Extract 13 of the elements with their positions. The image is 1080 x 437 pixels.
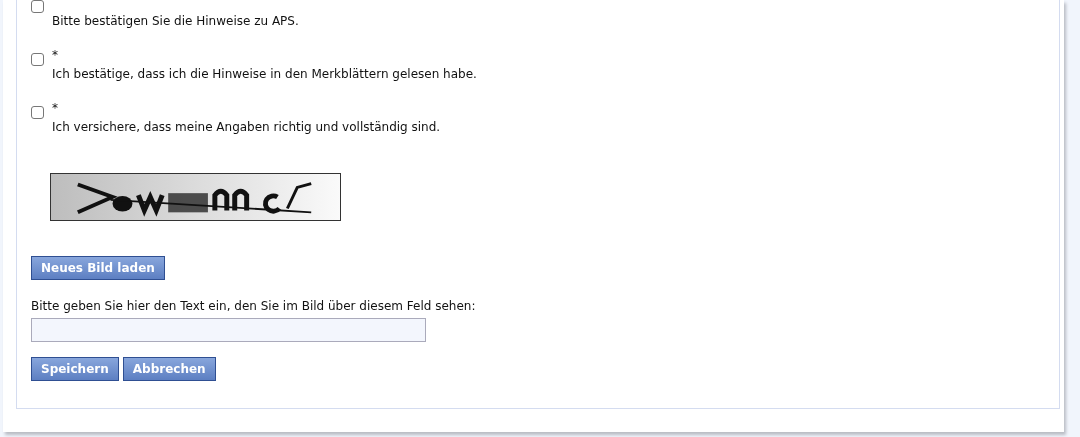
checkbox[interactable] [31, 0, 44, 13]
reload-image-button[interactable]: Neues Bild laden [31, 256, 165, 280]
checkbox[interactable] [31, 106, 44, 119]
checkbox-label: Ich versichere, dass meine Angaben richtig und vollständig sind. [52, 120, 441, 134]
checkbox-label: Bitte bestätigen Sie die Hinweise zu APS. [52, 14, 299, 28]
cancel-button[interactable]: Abbrechen [122, 357, 216, 381]
checkbox-label: Ich bestätige, dass ich die Hinweise in den Merkblättern gelesen habe. [52, 67, 477, 81]
field-label: Bitte geben Sie hier den Text ein, den Sie im Bild über diesem Feld sehen: [31, 299, 477, 313]
required-marker: * [52, 48, 59, 62]
checkbox[interactable] [31, 53, 44, 66]
required-marker: * [52, 101, 59, 115]
save-button[interactable]: Speichern [31, 357, 119, 381]
captcha-input-field[interactable] [31, 318, 426, 342]
